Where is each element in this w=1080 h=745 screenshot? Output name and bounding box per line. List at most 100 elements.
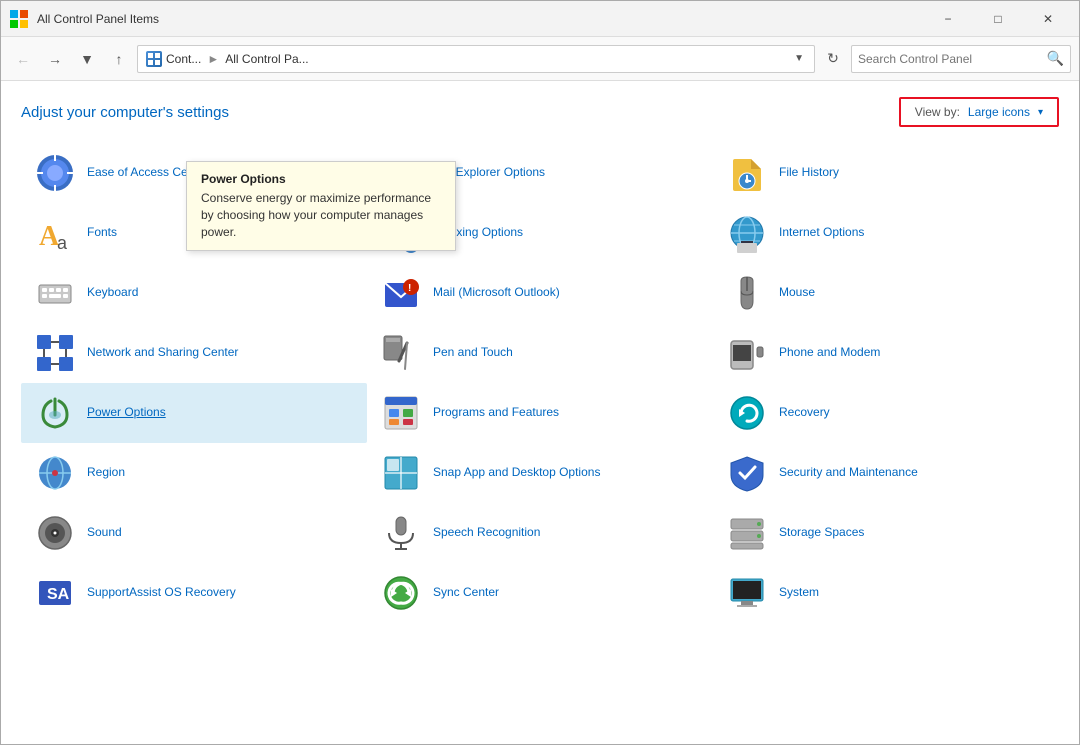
fonts-icon: Aa <box>35 213 75 253</box>
item-file-history[interactable]: File History <box>713 143 1059 203</box>
item-security-maintenance[interactable]: Security and Maintenance <box>713 443 1059 503</box>
ease-of-access-icon <box>35 153 75 193</box>
search-input[interactable] <box>858 52 1043 66</box>
item-speech-recognition[interactable]: Speech Recognition <box>367 503 713 563</box>
sound-icon <box>35 513 75 553</box>
search-box[interactable]: 🔍 <box>851 45 1071 73</box>
file-explorer-options-label: File Explorer Options <box>433 165 545 181</box>
path-icon <box>146 51 162 67</box>
item-power-options[interactable]: Power Options <box>21 383 367 443</box>
security-maintenance-icon <box>727 453 767 493</box>
storage-spaces-label: Storage Spaces <box>779 525 864 541</box>
minimize-button[interactable]: − <box>925 4 971 34</box>
mouse-label: Mouse <box>779 285 815 301</box>
forward-button[interactable]: → <box>41 45 69 73</box>
item-snap-app[interactable]: Snap App and Desktop Options <box>367 443 713 503</box>
keyboard-label: Keyboard <box>87 285 138 301</box>
file-history-label: File History <box>779 165 839 181</box>
item-ease-of-access[interactable]: Ease of Access Center <box>21 143 367 203</box>
storage-spaces-icon <box>727 513 767 553</box>
search-icon[interactable]: 🔍 <box>1047 50 1064 67</box>
path-separator-1: ► <box>207 52 219 66</box>
fonts-label: Fonts <box>87 225 117 241</box>
svg-text:SA: SA <box>47 586 70 603</box>
pen-touch-label: Pen and Touch <box>433 345 513 361</box>
svg-text:a: a <box>57 233 68 253</box>
up-button[interactable]: ↑ <box>105 45 133 73</box>
item-phone-modem[interactable]: Phone and Modem <box>713 323 1059 383</box>
power-options-label: Power Options <box>87 405 166 421</box>
item-file-explorer-options[interactable]: File Explorer Options <box>367 143 713 203</box>
item-mail[interactable]: ! Mail (Microsoft Outlook) <box>367 263 713 323</box>
view-by-arrow[interactable]: ▾ <box>1038 107 1043 118</box>
window-icon <box>9 9 29 29</box>
indexing-options-icon <box>381 213 421 253</box>
recovery-icon <box>727 393 767 433</box>
address-path[interactable]: Cont... ► All Control Pa... ▼ <box>137 45 815 73</box>
window-title: All Control Panel Items <box>37 12 925 26</box>
path-dropdown[interactable]: ▼ <box>794 53 804 64</box>
main-panel: Adjust your computer's settings View by:… <box>1 81 1079 744</box>
supportassist-label: SupportAssist OS Recovery <box>87 585 236 601</box>
sync-center-label: Sync Center <box>433 585 499 601</box>
item-storage-spaces[interactable]: Storage Spaces <box>713 503 1059 563</box>
mouse-icon <box>727 273 767 313</box>
internet-options-label: Internet Options <box>779 225 864 241</box>
item-indexing-options[interactable]: Indexing Options <box>367 203 713 263</box>
sound-label: Sound <box>87 525 122 541</box>
security-maintenance-label: Security and Maintenance <box>779 465 918 481</box>
content-area: Adjust your computer's settings View by:… <box>1 81 1079 744</box>
item-sync-center[interactable]: Sync Center <box>367 563 713 623</box>
svg-text:!: ! <box>408 283 411 294</box>
item-programs-features[interactable]: Programs and Features <box>367 383 713 443</box>
item-recovery[interactable]: Recovery <box>713 383 1059 443</box>
mail-label: Mail (Microsoft Outlook) <box>433 285 560 301</box>
item-internet-options[interactable]: Internet Options <box>713 203 1059 263</box>
system-icon <box>727 573 767 613</box>
item-pen-touch[interactable]: Pen and Touch <box>367 323 713 383</box>
path-segment-1: Cont... <box>166 52 201 66</box>
items-grid: Ease of Access Center File Explorer Optio… <box>21 143 1059 623</box>
programs-features-icon <box>381 393 421 433</box>
item-fonts[interactable]: Aa Fonts <box>21 203 367 263</box>
item-sound[interactable]: Sound <box>21 503 367 563</box>
region-icon <box>35 453 75 493</box>
ease-of-access-label: Ease of Access Center <box>87 165 208 181</box>
file-explorer-options-icon <box>381 153 421 193</box>
item-keyboard[interactable]: Keyboard <box>21 263 367 323</box>
programs-features-label: Programs and Features <box>433 405 559 421</box>
view-by-label: View by: <box>915 105 960 119</box>
back-button[interactable]: ← <box>9 45 37 73</box>
item-network-sharing[interactable]: Network and Sharing Center <box>21 323 367 383</box>
pen-touch-icon <box>381 333 421 373</box>
phone-modem-icon <box>727 333 767 373</box>
system-label: System <box>779 585 819 601</box>
close-button[interactable]: ✕ <box>1025 4 1071 34</box>
internet-options-icon <box>727 213 767 253</box>
region-label: Region <box>87 465 125 481</box>
maximize-button[interactable]: □ <box>975 4 1021 34</box>
speech-recognition-icon <box>381 513 421 553</box>
title-bar: All Control Panel Items − □ ✕ <box>1 1 1079 37</box>
dropdown-button[interactable]: ▼ <box>73 45 101 73</box>
snap-app-icon <box>381 453 421 493</box>
main-window: All Control Panel Items − □ ✕ ← → ▼ ↑ Co… <box>0 0 1080 745</box>
sync-center-icon <box>381 573 421 613</box>
item-system[interactable]: System <box>713 563 1059 623</box>
page-title: Adjust your computer's settings <box>21 104 229 121</box>
snap-app-label: Snap App and Desktop Options <box>433 465 600 481</box>
network-sharing-label: Network and Sharing Center <box>87 345 238 361</box>
indexing-options-label: Indexing Options <box>433 225 523 241</box>
supportassist-icon: SA <box>35 573 75 613</box>
file-history-icon <box>727 153 767 193</box>
panel-header: Adjust your computer's settings View by:… <box>21 97 1059 127</box>
network-sharing-icon <box>35 333 75 373</box>
window-controls: − □ ✕ <box>925 4 1071 34</box>
item-mouse[interactable]: Mouse <box>713 263 1059 323</box>
phone-modem-label: Phone and Modem <box>779 345 880 361</box>
item-region[interactable]: Region <box>21 443 367 503</box>
power-options-icon <box>35 393 75 433</box>
item-supportassist[interactable]: SA SupportAssist OS Recovery <box>21 563 367 623</box>
view-by-dropdown[interactable]: Large icons <box>968 105 1030 119</box>
refresh-button[interactable]: ↻ <box>819 45 847 73</box>
